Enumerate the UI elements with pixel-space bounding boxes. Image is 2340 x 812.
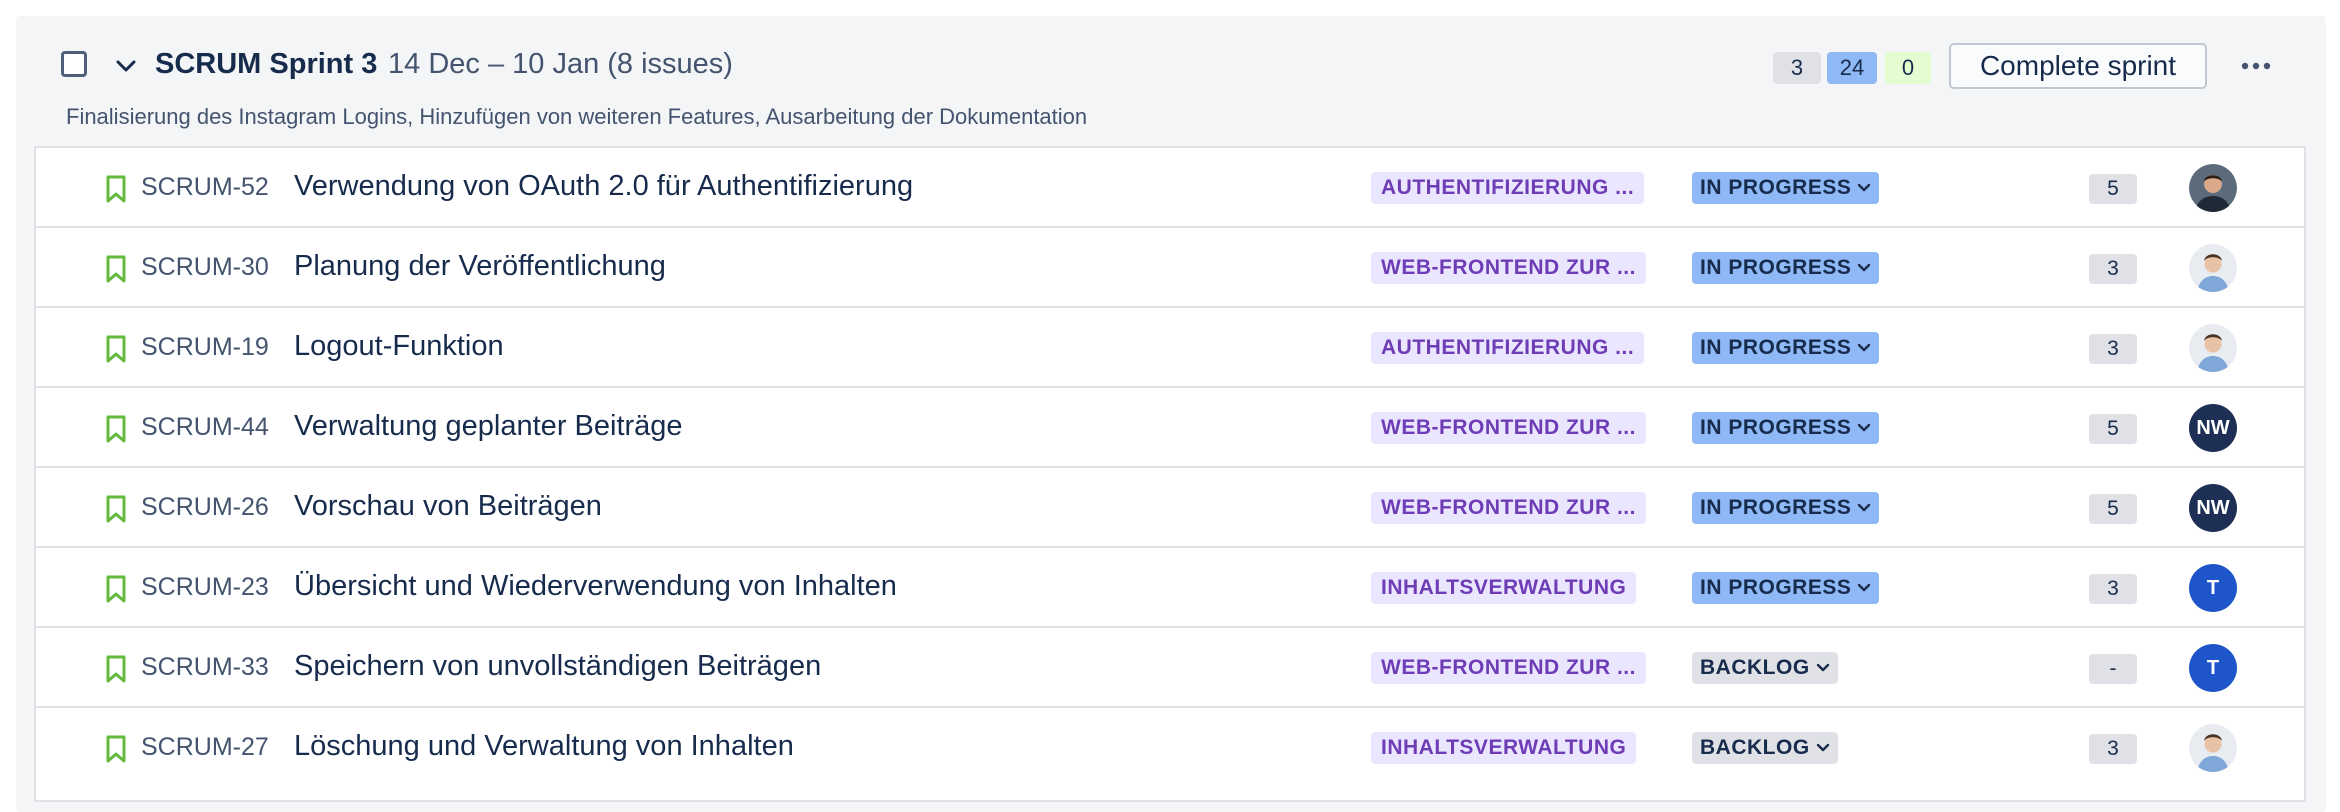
story-points-badge[interactable]: - (2089, 654, 2137, 684)
issue-list: SCRUM-52 Verwendung von OAuth 2.0 für Aut… (34, 146, 2306, 802)
epic-badge[interactable]: WEB-FRONTEND ZUR ... (1371, 252, 1646, 284)
issue-key[interactable]: SCRUM-52 (141, 173, 269, 202)
issue-key[interactable]: SCRUM-19 (141, 333, 269, 362)
epic-badge[interactable]: AUTHENTIFIZIERUNG ... (1371, 172, 1645, 204)
avatar-initials: NW (2196, 416, 2230, 439)
issue-summary[interactable]: Logout-Funktion (294, 330, 504, 363)
avatar[interactable]: NW (2189, 404, 2237, 452)
avatar[interactable]: T (2189, 644, 2237, 692)
issue-key[interactable]: SCRUM-27 (141, 733, 269, 762)
todo-count-badge: 3 (1773, 52, 1821, 84)
issue-row[interactable]: SCRUM-44 Verwaltung geplanter Beiträge WEB… (36, 388, 2304, 468)
issue-summary[interactable]: Verwendung von OAuth 2.0 für Authentifiz… (294, 170, 913, 203)
status-dropdown[interactable]: IN PROGRESS (1692, 252, 1880, 284)
status-label: IN PROGRESS (1700, 256, 1852, 279)
sprint-container: SCRUM Sprint 3 14 Dec – 10 Jan (8 issues… (16, 16, 2326, 812)
chevron-down-icon (1858, 184, 1871, 192)
issue-summary[interactable]: Löschung und Verwaltung von Inhalten (294, 730, 794, 763)
avatar[interactable]: NW (2189, 484, 2237, 532)
issue-row[interactable]: SCRUM-23 Übersicht und Wiederverwendung v… (36, 548, 2304, 628)
avatar[interactable] (2189, 164, 2237, 212)
status-label: BACKLOG (1700, 656, 1810, 679)
story-bookmark-icon (106, 735, 126, 763)
chevron-down-icon (1858, 264, 1871, 272)
story-bookmark-icon (106, 495, 126, 523)
issue-row[interactable]: SCRUM-30 Planung der Veröffentlichung WEB-… (36, 228, 2304, 308)
chevron-down-icon (1816, 664, 1829, 672)
epic-badge[interactable]: WEB-FRONTEND ZUR ... (1371, 412, 1646, 444)
status-label: IN PROGRESS (1700, 176, 1852, 199)
story-points-badge[interactable]: 3 (2089, 574, 2137, 604)
story-points-badge[interactable]: 5 (2089, 174, 2137, 204)
done-count-badge: 0 (1885, 52, 1931, 84)
epic-badge[interactable]: INHALTSVERWALTUNG (1371, 572, 1637, 604)
sprint-header: SCRUM Sprint 3 14 Dec – 10 Jan (8 issues… (16, 16, 2326, 129)
chevron-down-icon[interactable] (111, 51, 141, 81)
status-label: IN PROGRESS (1700, 336, 1852, 359)
sprint-goal: Finalisierung des Instagram Logins, Hinz… (66, 104, 1088, 129)
issue-key[interactable]: SCRUM-23 (141, 573, 269, 602)
chevron-down-icon (1858, 584, 1871, 592)
status-dropdown[interactable]: IN PROGRESS (1692, 492, 1880, 524)
in-progress-count-badge: 24 (1827, 52, 1877, 84)
avatar-initials: T (2206, 656, 2220, 679)
avatar[interactable]: T (2189, 564, 2237, 612)
status-dropdown[interactable]: IN PROGRESS (1692, 412, 1880, 444)
status-label: IN PROGRESS (1700, 576, 1852, 599)
story-bookmark-icon (106, 655, 126, 683)
status-dropdown[interactable]: BACKLOG (1692, 652, 1838, 684)
issue-key[interactable]: SCRUM-30 (141, 253, 269, 282)
chevron-down-icon (1858, 344, 1871, 352)
story-points-badge[interactable]: 5 (2089, 414, 2137, 444)
epic-badge[interactable]: WEB-FRONTEND ZUR ... (1371, 652, 1646, 684)
issue-row[interactable]: SCRUM-27 Löschung und Verwaltung von Inha… (36, 708, 2304, 788)
epic-badge[interactable]: AUTHENTIFIZIERUNG ... (1371, 332, 1645, 364)
story-bookmark-icon (106, 255, 126, 283)
complete-sprint-button[interactable]: Complete sprint (1949, 43, 2207, 89)
status-dropdown[interactable]: IN PROGRESS (1692, 332, 1880, 364)
avatar[interactable] (2189, 324, 2237, 372)
sprint-select-checkbox[interactable] (61, 51, 87, 77)
issue-key[interactable]: SCRUM-33 (141, 653, 269, 682)
chevron-down-icon (1816, 744, 1829, 752)
avatar-initials: T (2206, 576, 2220, 599)
status-label: BACKLOG (1700, 736, 1810, 759)
story-bookmark-icon (106, 415, 126, 443)
epic-badge[interactable]: INHALTSVERWALTUNG (1371, 732, 1637, 764)
avatar-initials: NW (2196, 496, 2230, 519)
issue-summary[interactable]: Speichern von unvollständigen Beiträgen (294, 650, 821, 683)
avatar[interactable] (2189, 244, 2237, 292)
story-bookmark-icon (106, 175, 126, 203)
chevron-down-icon (1858, 424, 1871, 432)
status-label: IN PROGRESS (1700, 416, 1852, 439)
ellipsis-icon[interactable] (2231, 46, 2281, 86)
issue-summary[interactable]: Vorschau von Beiträgen (294, 490, 602, 523)
issue-key[interactable]: SCRUM-44 (141, 413, 269, 442)
issue-row[interactable]: SCRUM-19 Logout-Funktion AUTHENTIFIZIERUNG… (36, 308, 2304, 388)
story-points-badge[interactable]: 3 (2089, 734, 2137, 764)
issue-row[interactable]: SCRUM-26 Vorschau von Beiträgen WEB-FRONTE… (36, 468, 2304, 548)
issue-row[interactable]: SCRUM-33 Speichern von unvollständigen Be… (36, 628, 2304, 708)
issue-key[interactable]: SCRUM-26 (141, 493, 269, 522)
status-dropdown[interactable]: IN PROGRESS (1692, 172, 1880, 204)
avatar[interactable] (2189, 724, 2237, 772)
status-label: IN PROGRESS (1700, 496, 1852, 519)
story-points-badge[interactable]: 3 (2089, 254, 2137, 284)
issue-summary[interactable]: Planung der Veröffentlichung (294, 250, 666, 283)
sprint-dates: 14 Dec – 10 Jan (8 issues) (388, 48, 733, 80)
epic-badge[interactable]: WEB-FRONTEND ZUR ... (1371, 492, 1646, 524)
story-bookmark-icon (106, 335, 126, 363)
story-bookmark-icon (106, 575, 126, 603)
issue-summary[interactable]: Verwaltung geplanter Beiträge (294, 410, 683, 443)
status-dropdown[interactable]: BACKLOG (1692, 732, 1838, 764)
story-points-badge[interactable]: 3 (2089, 334, 2137, 364)
chevron-down-icon (1858, 504, 1871, 512)
sprint-name: SCRUM Sprint 3 (155, 48, 378, 80)
issue-summary[interactable]: Übersicht und Wiederverwendung von Inhal… (294, 570, 897, 603)
issue-row[interactable]: SCRUM-52 Verwendung von OAuth 2.0 für Aut… (36, 148, 2304, 228)
status-dropdown[interactable]: IN PROGRESS (1692, 572, 1880, 604)
story-points-badge[interactable]: 5 (2089, 494, 2137, 524)
